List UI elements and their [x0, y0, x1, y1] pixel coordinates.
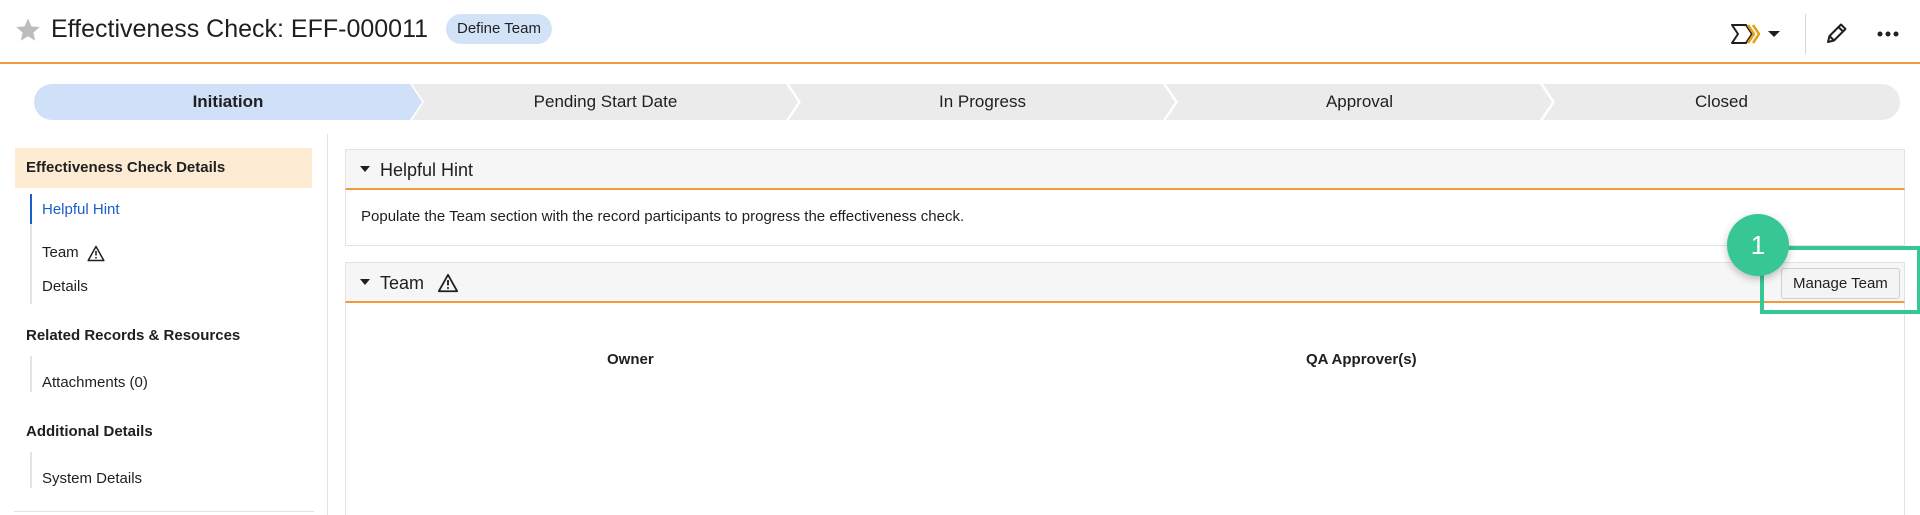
nav-item-attachments[interactable]: Attachments (0): [42, 374, 148, 391]
caret-down-icon[interactable]: [359, 278, 371, 286]
step-label: In Progress: [939, 92, 1026, 111]
more-options-icon: [1877, 31, 1899, 37]
team-panel-header[interactable]: Team: [345, 262, 1905, 303]
chevron-down-icon: [1768, 31, 1780, 37]
nav-section-additional-details[interactable]: Additional Details: [26, 423, 153, 440]
step-approval[interactable]: Approval: [1166, 84, 1553, 120]
helpful-hint-panel-body: Populate the Team section with the recor…: [345, 190, 1905, 246]
team-panel-title: Team: [380, 273, 425, 293]
workflow-icon: [1731, 24, 1780, 44]
nav-item-team[interactable]: Team: [42, 244, 105, 262]
star-icon[interactable]: [14, 16, 42, 44]
step-in-progress[interactable]: In Progress: [789, 84, 1176, 120]
nav-selected-indicator: [30, 194, 32, 224]
helpful-hint-text: Populate the Team section with the recor…: [361, 208, 965, 225]
step-pending-start-date[interactable]: Pending Start Date: [412, 84, 799, 120]
nav-section-effectiveness-check-details[interactable]: Effectiveness Check Details: [15, 148, 312, 188]
step-label: Approval: [1325, 92, 1394, 111]
caret-down-icon[interactable]: [359, 165, 371, 173]
step-closed[interactable]: Closed: [1543, 84, 1900, 120]
workflow-menu-button[interactable]: [1730, 18, 1782, 50]
warning-icon: [437, 273, 459, 292]
nav-item-system-details[interactable]: System Details: [42, 470, 142, 487]
record-header: Effectiveness Check: EFF-000011 Define T…: [0, 0, 1920, 64]
panel-title: Helpful Hint: [380, 160, 474, 180]
team-panel-body: Owner QA Approver(s): [345, 303, 1905, 515]
warning-icon: [87, 245, 105, 261]
header-divider: [1805, 14, 1806, 54]
lifecycle-stepper: Initiation Pending Start Date In Progres…: [34, 84, 1900, 120]
panel-title: Team: [380, 273, 459, 294]
helpful-hint-panel-header[interactable]: Helpful Hint: [345, 149, 1905, 190]
nav-group-rule: [30, 356, 32, 392]
nav-bottom-divider: [14, 511, 314, 512]
page-title: Effectiveness Check: EFF-000011: [51, 15, 429, 43]
nav-group-rule: [30, 452, 32, 488]
step-marker: 1: [1727, 214, 1789, 276]
section-navigation: Effectiveness Check Details Helpful Hint…: [0, 134, 328, 515]
step-label: Initiation: [192, 92, 264, 111]
status-badge: Define Team: [446, 14, 552, 44]
nav-section-related-records[interactable]: Related Records & Resources: [26, 327, 240, 344]
edit-button[interactable]: [1820, 18, 1852, 50]
step-initiation[interactable]: Initiation: [34, 84, 422, 120]
nav-item-label: Team: [42, 244, 79, 261]
more-options-button[interactable]: [1870, 18, 1906, 50]
nav-item-helpful-hint[interactable]: Helpful Hint: [42, 201, 120, 218]
edit-pencil-icon: [1827, 23, 1847, 43]
column-header-qa-approvers: QA Approver(s): [1306, 351, 1417, 368]
step-label: Closed: [1695, 92, 1748, 111]
step-label: Pending Start Date: [533, 92, 678, 111]
column-header-owner: Owner: [607, 351, 654, 368]
nav-item-details[interactable]: Details: [42, 278, 88, 295]
